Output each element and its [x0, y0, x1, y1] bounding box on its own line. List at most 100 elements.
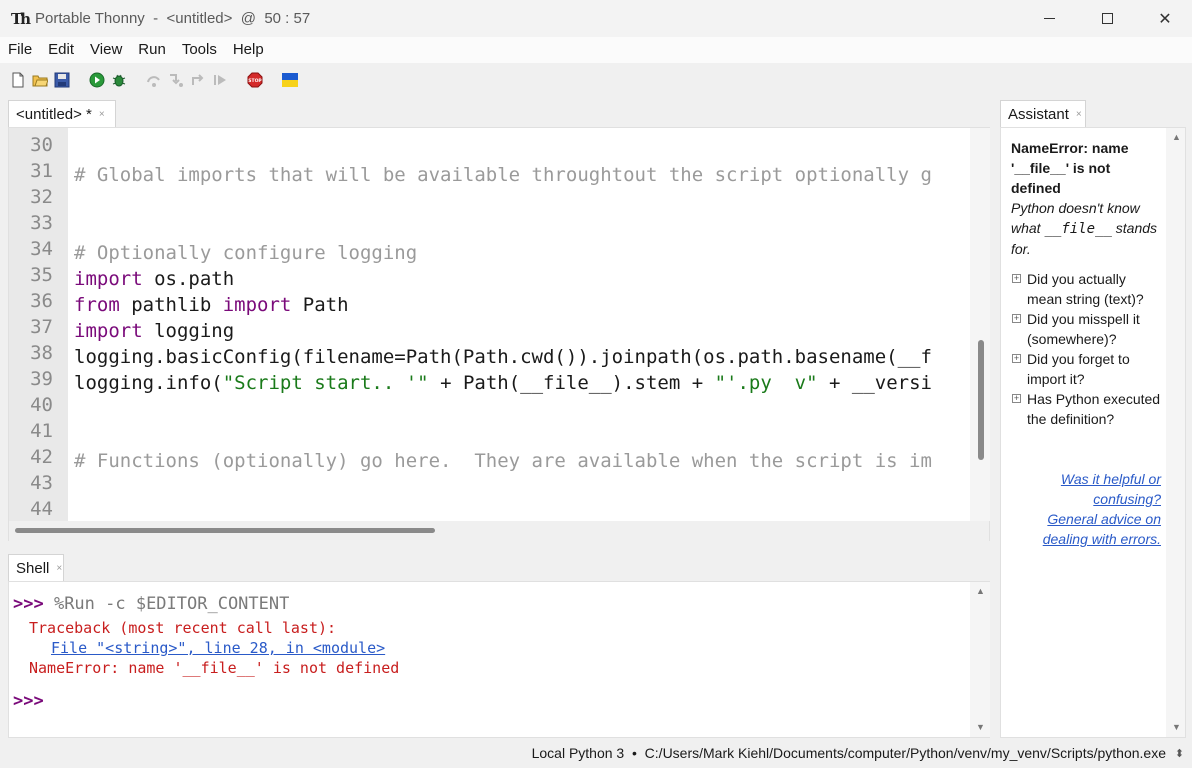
line-number: 37 — [30, 316, 53, 338]
assistant-hint[interactable]: + Did you misspell it (somewhere)? — [1011, 309, 1161, 349]
minimize-button[interactable] — [1020, 0, 1078, 37]
assistant-links: Was it helpful or confusing? General adv… — [1011, 469, 1161, 549]
code-text: logging.basicConfig(filename=Path(Path.c… — [74, 346, 932, 368]
step-over-icon — [146, 72, 162, 88]
title-bar: Th Portable Thonny - <untitled> @ 50 : 5… — [0, 0, 1192, 37]
expand-icon[interactable]: + — [1012, 314, 1021, 323]
code-editor[interactable]: 30 31 32 33 34 35 36 37 38 39 40 41 42 43 44 # Global … — [8, 127, 990, 541]
open-file-icon[interactable] — [32, 72, 48, 88]
code-line-36: from pathlib import Path — [74, 292, 349, 318]
shell-input-line[interactable]: >>> — [13, 691, 44, 711]
keyword: import — [222, 294, 292, 316]
line-number: 39 — [30, 368, 53, 390]
code-line-34: # Optionally configure logging — [74, 240, 417, 266]
expand-icon[interactable]: + — [1012, 394, 1021, 403]
code-text: logging.info( — [74, 372, 223, 394]
line-number-gutter: 30 31 32 33 34 35 36 37 38 39 40 41 42 43 44 — [9, 128, 68, 521]
assistant-hint[interactable]: + Did you actually mean string (text)? — [1011, 269, 1161, 309]
line-number: 38 — [30, 342, 53, 364]
line-number: 41 — [30, 420, 53, 442]
string-literal: "Script start.. '" — [222, 372, 429, 394]
line-number: 35 — [30, 264, 53, 286]
comment: # Optionally configure logging — [74, 242, 418, 264]
general-advice-link[interactable]: General advice on dealing with errors. — [1043, 511, 1161, 547]
menu-file[interactable]: File — [0, 37, 40, 63]
line-number: 31 — [30, 160, 53, 182]
shell-panel[interactable]: >>> %Run -c $EDITOR_CONTENT Traceback (m… — [8, 581, 990, 738]
close-icon: ✕ — [1158, 10, 1172, 28]
menu-edit[interactable]: Edit — [40, 37, 82, 63]
editor-vertical-scrollbar[interactable] — [970, 128, 990, 521]
code-line-31: # Global imports that will be available … — [74, 162, 932, 188]
code-text: + Path(__file__).stem + — [428, 372, 715, 394]
maximize-icon — [1101, 13, 1113, 24]
menu-tools[interactable]: Tools — [174, 37, 225, 63]
shell-command: %Run -c $EDITOR_CONTENT — [43, 594, 290, 614]
comment: # Global imports that will be available … — [74, 164, 932, 186]
shell-tab-strip: Shell × — [8, 554, 990, 581]
code-line-35: import os.path — [74, 266, 234, 292]
line-number: 44 — [30, 498, 53, 520]
tab-close-icon[interactable]: × — [1076, 109, 1082, 120]
keyword: import — [74, 268, 143, 290]
scroll-up-icon[interactable]: ▲ — [1172, 132, 1181, 142]
expand-icon[interactable]: + — [1012, 274, 1021, 283]
traceback-header: Traceback (most recent call last): — [29, 619, 337, 637]
comment: # Functions (optionally) go here. They a… — [74, 450, 932, 472]
scroll-up-icon[interactable]: ▲ — [976, 586, 985, 596]
interpreter-status[interactable]: Local Python 3 • C:/Users/Mark Kiehl/Doc… — [532, 745, 1166, 761]
new-file-icon[interactable] — [10, 72, 26, 88]
code-line-38: logging.basicConfig(filename=Path(Path.c… — [74, 344, 932, 370]
status-bar: Local Python 3 • C:/Users/Mark Kiehl/Doc… — [0, 740, 1192, 768]
menu-bar: File Edit View Run Tools Help — [0, 37, 1192, 63]
close-window-button[interactable]: ✕ — [1136, 0, 1192, 37]
line-number: 36 — [30, 290, 53, 312]
tab-close-icon[interactable]: × — [99, 109, 105, 120]
status-expand-icon[interactable]: ⬍ — [1175, 747, 1184, 760]
assistant-content: NameError: name '__file__' is not define… — [1011, 138, 1161, 549]
tab-untitled[interactable]: <untitled> * × — [8, 100, 116, 127]
tab-close-icon[interactable]: × — [56, 563, 62, 574]
menu-view[interactable]: View — [82, 37, 130, 63]
code-text: pathlib — [119, 294, 223, 316]
debug-icon[interactable] — [111, 72, 127, 88]
shell-vertical-scrollbar[interactable]: ▲ ▼ — [970, 582, 990, 737]
stop-icon[interactable]: STOP — [247, 72, 263, 88]
shell-command-line: >>> %Run -c $EDITOR_CONTENT — [13, 594, 289, 614]
assistant-vertical-scrollbar[interactable]: ▲ ▼ — [1166, 128, 1185, 737]
editor-hscroll-thumb[interactable] — [15, 528, 435, 533]
code-line-39: logging.info("Script start.. '" + Path(_… — [74, 370, 932, 396]
menu-help[interactable]: Help — [225, 37, 272, 63]
window-title: Portable Thonny - <untitled> @ 50 : 57 — [35, 10, 311, 27]
assistant-hint[interactable]: + Did you forget to import it? — [1011, 349, 1161, 389]
scroll-down-icon[interactable]: ▼ — [1172, 722, 1181, 732]
code-area[interactable]: # Global imports that will be available … — [74, 128, 969, 521]
save-icon[interactable] — [54, 72, 70, 88]
code-text: Path — [291, 294, 349, 316]
code-text: + __versi — [817, 372, 932, 394]
editor-tab-strip: <untitled> * × — [8, 100, 990, 127]
code-text: logging — [142, 320, 235, 342]
step-into-icon — [168, 72, 184, 88]
assistant-error-title: NameError: name '__file__' is not define… — [1011, 140, 1129, 196]
expand-icon[interactable]: + — [1012, 354, 1021, 363]
tab-label: Shell — [16, 559, 50, 577]
tab-assistant[interactable]: Assistant × — [1000, 100, 1086, 127]
line-number: 33 — [30, 212, 53, 234]
line-number: 34 — [30, 238, 53, 260]
editor-scroll-thumb[interactable] — [978, 340, 984, 460]
tab-label: Assistant — [1008, 105, 1069, 123]
line-number: 40 — [30, 394, 53, 416]
thonny-app-icon: Th — [10, 9, 31, 28]
code-line-42: # Functions (optionally) go here. They a… — [74, 448, 932, 474]
ukraine-flag-icon[interactable] — [282, 72, 298, 88]
run-icon[interactable] — [89, 72, 105, 88]
tab-shell[interactable]: Shell × — [8, 554, 64, 581]
assistant-hint[interactable]: + Has Python executed the definition? — [1011, 389, 1161, 429]
scroll-down-icon[interactable]: ▼ — [976, 722, 985, 732]
feedback-link[interactable]: Was it helpful or confusing? — [1061, 471, 1161, 507]
menu-run[interactable]: Run — [130, 37, 174, 63]
editor-horizontal-scrollbar[interactable] — [9, 521, 989, 541]
traceback-file-link[interactable]: File "<string>", line 28, in <module> — [51, 639, 385, 657]
maximize-button[interactable] — [1078, 0, 1136, 37]
